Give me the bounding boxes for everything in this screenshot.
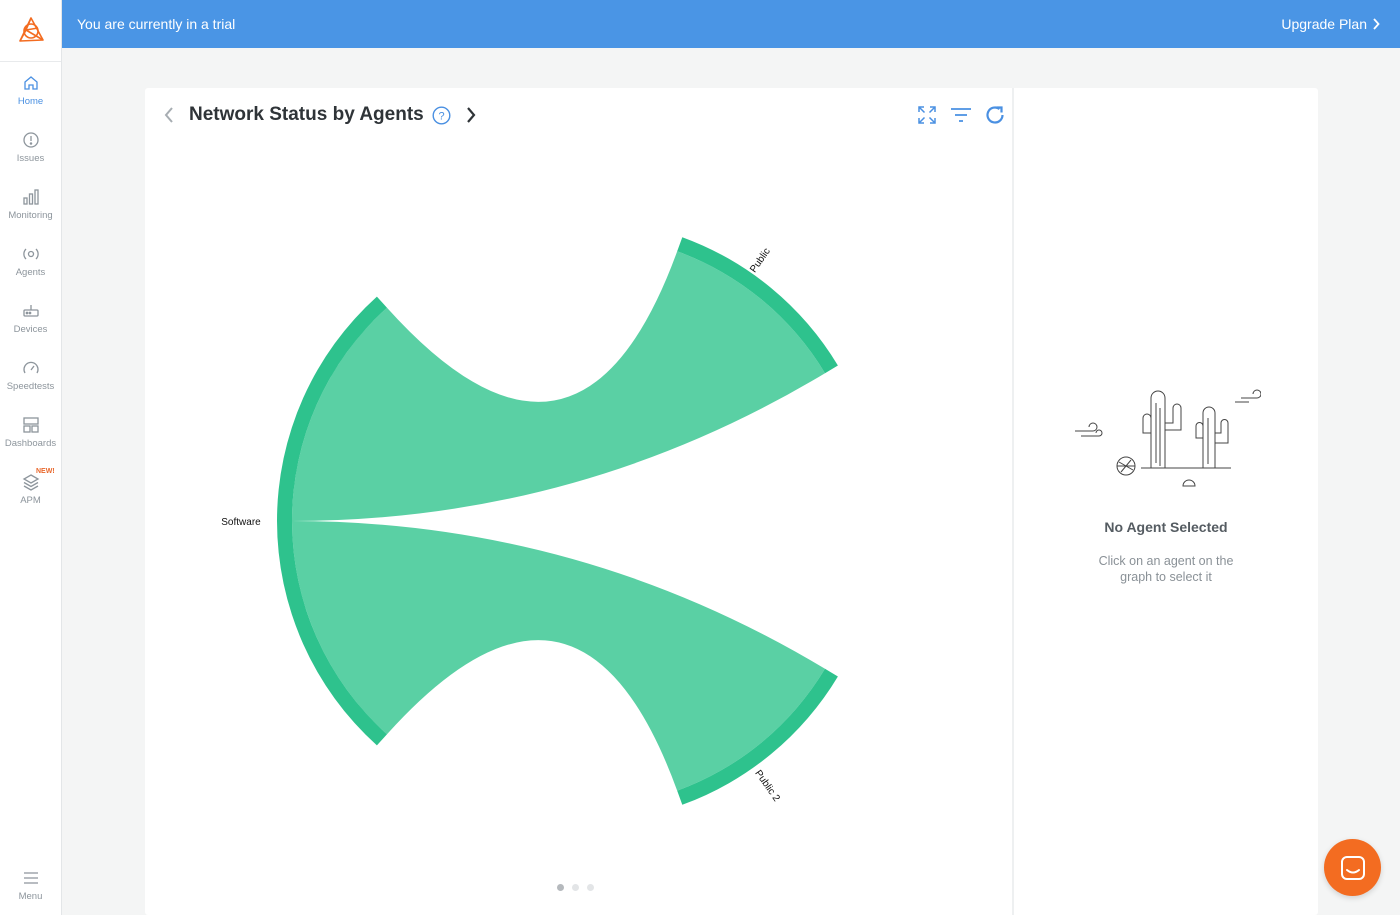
chord-label-public: Public (748, 246, 773, 275)
dashboard-grid-icon (22, 417, 39, 433)
trial-banner: You are currently in a trial Upgrade Pla… (62, 0, 1400, 48)
sidebar-item-speedtests[interactable]: Speedtests (0, 359, 61, 411)
network-status-widget: Network Status by Agents ? Software Publ… (145, 88, 1318, 915)
new-badge: NEW! (36, 468, 55, 475)
widget-pagination (557, 884, 594, 891)
pagination-dot[interactable] (587, 884, 594, 891)
chat-launcher-button[interactable] (1324, 839, 1381, 896)
app-logo[interactable] (0, 0, 61, 62)
chevron-right-icon (1373, 18, 1380, 30)
router-icon (22, 305, 39, 317)
sidebar-item-label: Home (17, 96, 44, 107)
cactus-illustration-icon (1075, 389, 1262, 487)
agent-detail-empty-state: No Agent Selected Click on an agent on t… (1014, 378, 1318, 585)
home-icon (23, 76, 38, 90)
alert-circle-icon (22, 132, 39, 148)
sidebar-item-label: Monitoring (8, 210, 53, 221)
empty-state-subtitle: Click on an agent on the graph to select… (1098, 554, 1234, 584)
chord-ribbon-public-2[interactable] (292, 521, 825, 791)
sidebar-item-home[interactable]: Home (0, 74, 61, 126)
chord-chart[interactable]: Software Public Public 2 (145, 88, 1012, 915)
sidebar-item-label: Speedtests (6, 381, 55, 392)
chord-ribbon-public[interactable] (292, 251, 825, 522)
sidebar: Home Issues Monitoring Agents Devices Sp… (0, 0, 62, 915)
sidebar-item-devices[interactable]: Devices (0, 302, 61, 354)
upgrade-plan-label: Upgrade Plan (1281, 16, 1367, 32)
sidebar-menu-button[interactable]: Menu (0, 869, 61, 915)
sidebar-item-dashboards[interactable]: Dashboards (0, 416, 61, 468)
logo-icon (18, 16, 44, 42)
sidebar-item-label: Devices (13, 324, 48, 335)
agent-radar-icon (22, 248, 39, 260)
pagination-dot[interactable] (557, 884, 564, 891)
chord-label-software: Software (221, 517, 261, 528)
sidebar-item-label: Issues (16, 153, 45, 164)
sidebar-item-label: APM (20, 495, 41, 506)
empty-state-title: No Agent Selected (1104, 519, 1228, 535)
sidebar-item-issues[interactable]: Issues (0, 131, 61, 183)
sidebar-item-label: Dashboards (4, 438, 57, 449)
sidebar-item-label: Agents (15, 267, 46, 278)
hamburger-icon (23, 872, 38, 884)
sidebar-item-apm[interactable]: NEW! APM (0, 468, 61, 525)
speedometer-icon (22, 361, 39, 374)
layers-icon (22, 474, 39, 491)
trial-text: You are currently in a trial (77, 16, 236, 32)
sidebar-item-agents[interactable]: Agents (0, 245, 61, 297)
sidebar-item-monitoring[interactable]: Monitoring (0, 188, 61, 240)
menu-label: Menu (18, 891, 43, 902)
chord-label-public-2: Public 2 (752, 768, 782, 804)
bar-chart-icon (22, 189, 39, 205)
upgrade-plan-link[interactable]: Upgrade Plan (1281, 16, 1380, 32)
chat-icon (1340, 855, 1365, 880)
pagination-dot[interactable] (572, 884, 579, 891)
